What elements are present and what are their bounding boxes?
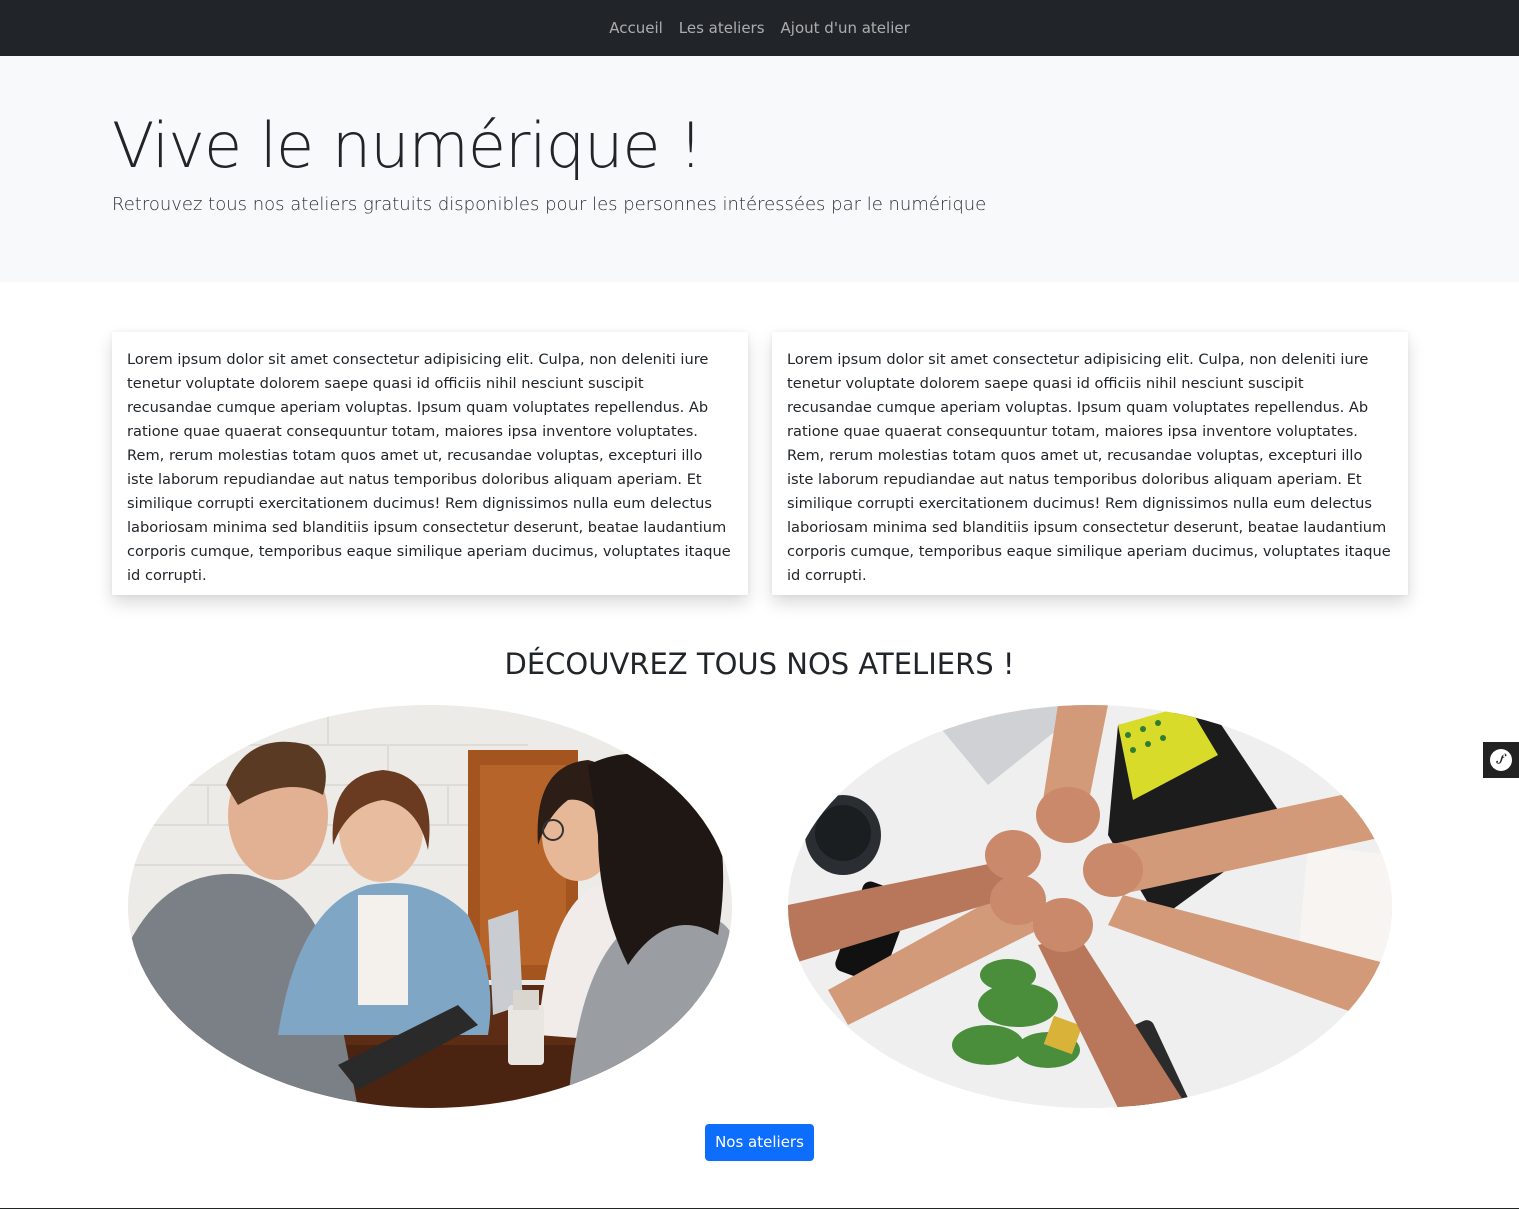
info-card-text: Lorem ipsum dolor sit amet consectetur a… bbox=[127, 351, 731, 584]
nav-link-ateliers[interactable]: Les ateliers bbox=[671, 0, 773, 56]
info-card-text: Lorem ipsum dolor sit amet consectetur a… bbox=[787, 351, 1391, 584]
nos-ateliers-button[interactable]: Nos ateliers bbox=[705, 1124, 814, 1161]
hero-section: Vive le numérique ! Retrouvez tous nos a… bbox=[0, 56, 1519, 282]
info-card-right: Lorem ipsum dolor sit amet consectetur a… bbox=[772, 332, 1408, 595]
top-navbar: Accueil Les ateliers Ajout d'un atelier bbox=[0, 0, 1519, 56]
nav-link-accueil[interactable]: Accueil bbox=[601, 0, 671, 56]
hero-lead: Retrouvez tous nos ateliers gratuits dis… bbox=[112, 194, 987, 215]
symfony-icon bbox=[1490, 749, 1512, 771]
hands-fist-bump-photo bbox=[788, 705, 1392, 1108]
hero-title: Vive le numérique ! bbox=[112, 109, 703, 182]
info-card-left: Lorem ipsum dolor sit amet consectetur a… bbox=[112, 332, 748, 595]
symfony-toolbar-toggle[interactable] bbox=[1483, 742, 1519, 778]
section-title: DÉCOUVREZ TOUS NOS ATELIERS ! bbox=[504, 647, 1015, 681]
nav-link-ajout-atelier[interactable]: Ajout d'un atelier bbox=[773, 0, 918, 56]
people-meeting-photo bbox=[128, 705, 732, 1108]
page-bottom-divider bbox=[0, 1208, 1519, 1209]
